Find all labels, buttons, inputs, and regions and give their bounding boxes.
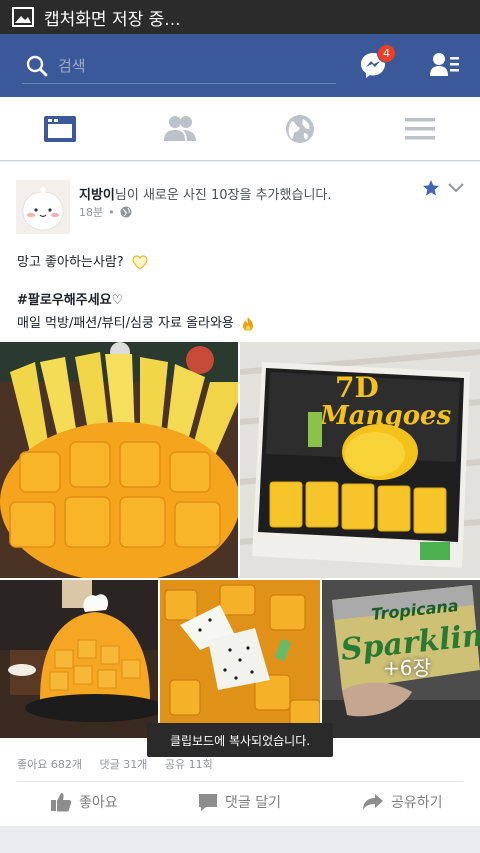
post-text-question: 망고 좋아하는사람? [17,255,124,270]
post-text-line1: 망고 좋아하는사람? [17,251,148,270]
photo-mango-dragonfruit[interactable] [160,580,320,738]
post-text-line3: 매일 먹방/패션/뷰티/심쿵 자료 올라와용 [17,312,255,332]
thumbs-up-icon [51,793,72,812]
photo-dried-mangoes[interactable]: 7D Mangoes [240,342,480,578]
hashtag-link[interactable]: #팔로우해주세요♡ [17,289,123,308]
tab-bar [0,97,480,161]
toast-message: 클립보드에 복사되었습니다. [147,723,333,757]
photo-mango-platter[interactable] [0,342,238,578]
globe-icon [120,206,132,218]
status-text: 캡처화면 저장 중... [44,9,181,30]
post-headline: 지방이님이 새로운 사진 10장을 추가했습니다. [79,184,332,203]
fire-icon [243,316,254,331]
news-feed-icon[interactable] [43,113,77,145]
like-button[interactable]: 좋아요 [50,792,118,812]
star-icon[interactable] [422,179,440,197]
avatar[interactable] [16,180,70,234]
author-name[interactable]: 지방이 [79,188,115,203]
messenger-badge: 4 [377,44,396,63]
search-icon [26,55,48,76]
comment-icon [199,793,217,811]
top-bar: 검색 4 [0,34,480,97]
post-text-description: 매일 먹방/패션/뷰티/심쿵 자료 올라와용 [17,316,234,331]
comments-count[interactable]: 댓글 31개 [99,758,147,771]
post-action: 님이 새로운 사진 10장을 추가했습니다. [114,188,332,203]
meta-separator: • [108,205,115,219]
post-time[interactable]: 18분 [79,204,103,220]
share-icon [363,794,383,810]
share-label: 공유하기 [391,795,443,811]
photo-mango-bingsu[interactable] [0,580,158,738]
comment-button[interactable]: 댓글 달기 [198,792,281,812]
comment-label: 댓글 달기 [225,795,281,811]
share-button[interactable]: 공유하기 [362,792,443,812]
search-field[interactable]: 검색 [22,48,336,84]
divider [17,781,463,782]
friend-requests-icon[interactable] [430,52,460,78]
friends-icon[interactable] [163,113,197,145]
like-label: 좋아요 [79,795,118,811]
likes-count[interactable]: 좋아요 682개 [17,758,82,771]
status-bar: 캡처화면 저장 중... [0,0,480,34]
post-meta: 18분 • [79,204,132,220]
chevron-down-icon[interactable] [448,181,464,193]
globe-icon[interactable] [283,113,317,145]
search-placeholder: 검색 [58,57,86,75]
more-photos-label[interactable]: +6장 [383,652,431,681]
menu-icon[interactable] [403,113,437,145]
heart-icon [132,255,148,270]
image-icon [12,7,34,27]
post-stats: 좋아요 682개 댓글 31개 공유 11회 [17,756,227,772]
shares-count[interactable]: 공유 11회 [165,758,213,771]
svg-text:7D: 7D [335,371,379,404]
